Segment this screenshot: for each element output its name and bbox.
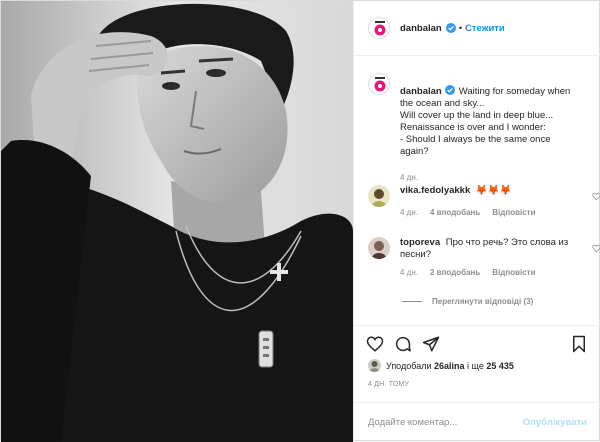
danbalan-logo-icon: [369, 74, 389, 94]
post-timestamp[interactable]: 4 ДН. ТОМУ: [368, 381, 409, 388]
likes-count[interactable]: 25 435: [486, 361, 514, 371]
comment-likes[interactable]: 4 вподобань: [430, 208, 480, 217]
post-photo[interactable]: [1, 1, 353, 442]
comment-heart-icon[interactable]: [592, 244, 600, 253]
comment-text-block: vika.fedolyakkk 🦊🦊🦊 4 дн. 4 вподобань Відп…: [400, 185, 575, 219]
user-avatar-image: [368, 237, 390, 259]
comment-username[interactable]: vika.fedolyakkk: [400, 185, 470, 196]
comment-avatar[interactable]: [368, 237, 390, 259]
portrait-image: [1, 1, 353, 442]
liker-avatar-image: [368, 359, 381, 372]
actions-bar: [354, 325, 600, 363]
caption-avatar[interactable]: [368, 73, 390, 95]
comment-meta: 4 дн. 4 вподобань Відповісти: [400, 207, 575, 219]
comment-likes[interactable]: 2 вподобань: [430, 268, 480, 277]
comment-avatar[interactable]: [368, 185, 390, 207]
comment-row: toporeva Про что речь? Это слова из песн…: [368, 237, 600, 279]
comment-username[interactable]: toporeva: [400, 237, 440, 248]
post-header: danbalan • Стежити: [354, 1, 600, 56]
user-avatar-image: [368, 185, 390, 207]
publish-button[interactable]: Опублікувати: [523, 417, 587, 428]
comment-icon[interactable]: [394, 335, 412, 353]
comment-age[interactable]: 4 дн.: [400, 208, 418, 217]
view-replies-label: Переглянути відповіді (3): [432, 297, 534, 306]
comment-input[interactable]: [368, 417, 523, 428]
instagram-post: danbalan • Стежити danbalan Waiting for …: [0, 0, 600, 442]
danbalan-logo-icon: [369, 18, 389, 38]
add-comment-bar: Опублікувати: [354, 402, 600, 442]
share-icon[interactable]: [422, 335, 440, 353]
replies-divider: [402, 301, 422, 302]
likes-prefix: Уподобали: [386, 360, 432, 371]
separator-dot: •: [458, 22, 463, 34]
likes-line: Уподобали 26alina і ще 25 435: [368, 359, 514, 372]
caption: danbalan Waiting for someday when the oce…: [368, 73, 580, 196]
comment-heart-icon[interactable]: [592, 192, 600, 201]
comments-area: danbalan Waiting for someday when the oce…: [354, 57, 600, 325]
profile-avatar[interactable]: [368, 17, 390, 39]
comment-age[interactable]: 4 дн.: [400, 268, 418, 277]
verified-icon: [445, 23, 456, 33]
reply-button[interactable]: Відповісти: [492, 208, 535, 217]
view-replies-button[interactable]: Переглянути відповіді (3): [402, 297, 533, 306]
comment-row: vika.fedolyakkk 🦊🦊🦊 4 дн. 4 вподобань Відп…: [368, 185, 600, 219]
caption-age[interactable]: 4 дн.: [400, 172, 580, 184]
comment-text: 🦊🦊🦊: [475, 185, 512, 196]
liker-username[interactable]: 26alina: [434, 361, 465, 371]
likes-middle: і ще: [467, 360, 484, 371]
reply-button[interactable]: Відповісти: [492, 268, 535, 277]
comment-text-block: toporeva Про что речь? Это слова из песн…: [400, 237, 575, 279]
verified-icon: [444, 85, 455, 95]
comment-meta: 4 дн. 2 вподобань Відповісти: [400, 267, 575, 279]
caption-username[interactable]: danbalan: [400, 86, 442, 97]
liker-avatar[interactable]: [368, 359, 381, 372]
caption-text-block: danbalan Waiting for someday when the oce…: [400, 73, 580, 196]
header-username[interactable]: danbalan: [400, 23, 442, 34]
heart-icon[interactable]: [366, 335, 384, 353]
bookmark-icon[interactable]: [570, 335, 588, 353]
follow-button[interactable]: Стежити: [465, 23, 505, 34]
post-side-panel: danbalan • Стежити danbalan Waiting for …: [353, 1, 600, 442]
